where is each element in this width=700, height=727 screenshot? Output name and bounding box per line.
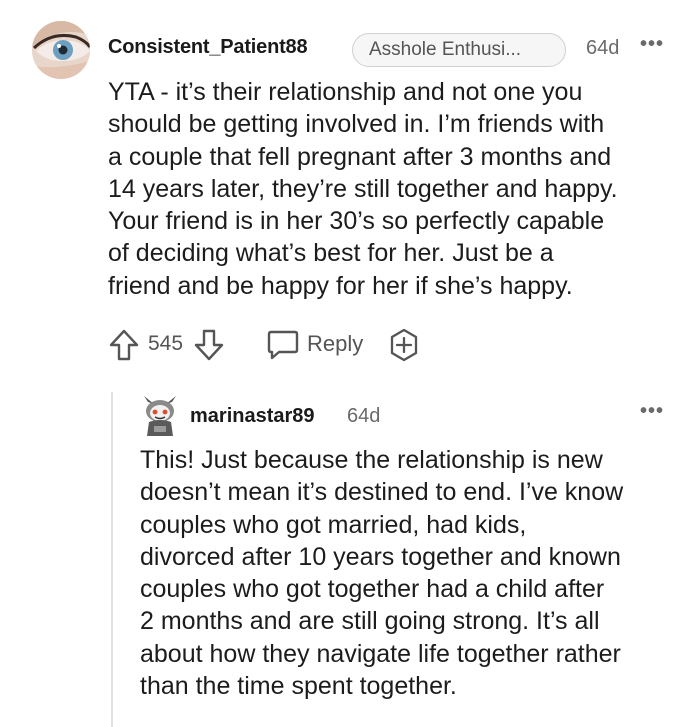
- comment-line: friend and be happy for her if she’s hap…: [108, 271, 573, 300]
- reply-button[interactable]: Reply: [307, 331, 363, 357]
- reply-line: than the time spent together.: [140, 672, 457, 701]
- more-options-icon[interactable]: •••: [640, 33, 664, 56]
- reply-line: doesn’t mean it’s destined to end. I’ve …: [140, 478, 624, 507]
- comment-line: of deciding what’s best for her. Just be…: [108, 239, 554, 268]
- reply-more-options-icon[interactable]: •••: [640, 400, 664, 423]
- comment-line: 14 years later, they’re still together a…: [108, 174, 618, 203]
- comment-body: YTA - it’s their relationship and not on…: [108, 76, 678, 302]
- reply-line: couples who got married, had kids,: [140, 510, 527, 539]
- comment-line: Your friend is in her 30’s so perfectly …: [108, 207, 605, 236]
- user-avatar[interactable]: [32, 21, 90, 79]
- speech-bubble-icon[interactable]: [266, 329, 300, 361]
- reply-line: couples who got together had a child aft…: [140, 575, 605, 604]
- reply-age: 64d: [347, 405, 381, 427]
- reply-line: divorced after 10 years together and kno…: [140, 542, 621, 571]
- upvote-arrow-icon[interactable]: [108, 328, 140, 362]
- comment-line: a couple that fell pregnant after 3 mont…: [108, 142, 612, 171]
- comment-line: should be getting involved in. I’m frien…: [108, 110, 605, 139]
- comment-thread: Consistent_Patient88 Asshole Enthusi... …: [0, 0, 700, 727]
- reply-body: This! Just because the relationship is n…: [140, 444, 680, 702]
- comment-age: 64d: [586, 37, 620, 59]
- reply-line: about how they navigate life together ra…: [140, 639, 621, 668]
- reply-line: 2 months and are still going strong. It’…: [140, 607, 600, 636]
- snoo-avatar-icon: [144, 396, 176, 436]
- reply-avatar[interactable]: [140, 396, 180, 438]
- user-flair: Asshole Enthusi...: [352, 33, 566, 67]
- comment-author[interactable]: Consistent_Patient88: [108, 36, 308, 59]
- comment-line: YTA - it’s their relationship and not on…: [108, 78, 583, 106]
- avatar-eye-image: [32, 21, 90, 79]
- reply-author[interactable]: marinastar89: [190, 405, 315, 428]
- vote-score: 545: [148, 332, 184, 355]
- award-plus-icon[interactable]: [386, 327, 422, 363]
- reply-line: This! Just because the relationship is n…: [140, 446, 603, 474]
- downvote-arrow-icon[interactable]: [193, 328, 225, 362]
- thread-line[interactable]: [111, 392, 113, 727]
